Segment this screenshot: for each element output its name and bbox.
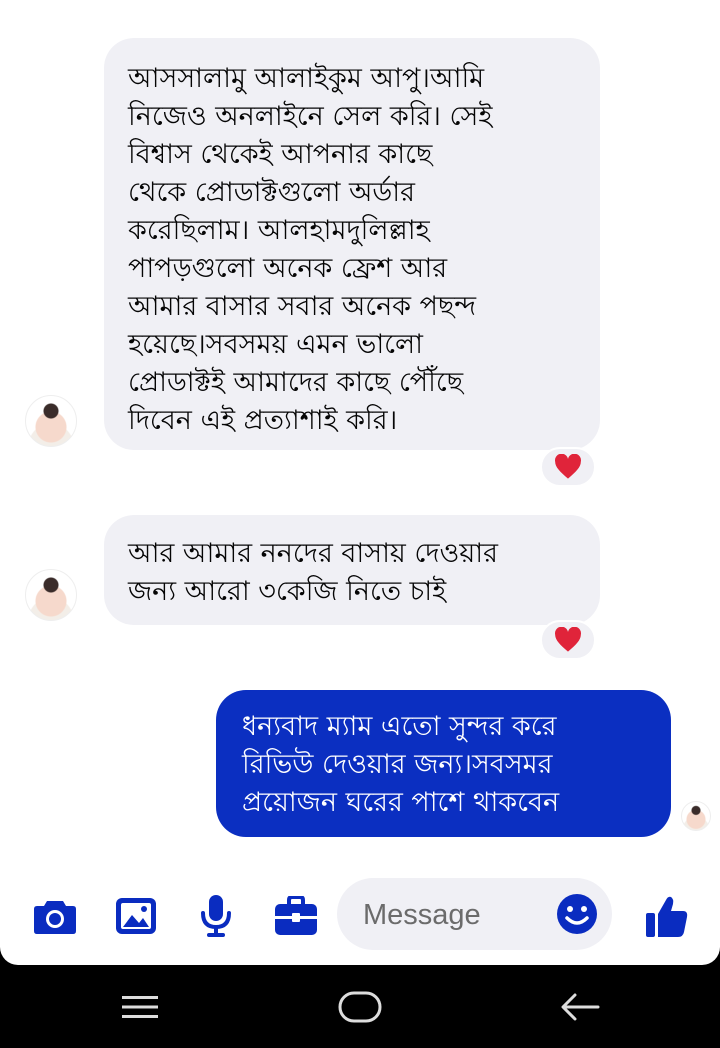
incoming-message[interactable]: আসসালামু আলাইকুম আপু।আমি নিজেও অনলাইনে স… (104, 38, 600, 450)
message-line: হয়েছে।সবসময় এমন ভালো (128, 329, 423, 360)
message-line: আর আমার ননদের বাসায় দেওয়ার (128, 538, 498, 569)
camera-button[interactable] (33, 894, 77, 938)
briefcase-icon (275, 896, 317, 935)
emoji-icon[interactable] (556, 893, 598, 935)
recent-apps-button[interactable] (110, 985, 170, 1029)
message-line: জন্য আরো ৩কেজি নিতে চাই (128, 576, 447, 607)
like-button[interactable] (645, 894, 689, 938)
message-line: প্রোডাক্টই আমাদের কাছে পৌঁছে (128, 367, 464, 398)
microphone-icon (201, 895, 231, 937)
message-line: পাপড়গুলো অনেক ফ্রেশ আর (128, 253, 448, 284)
image-icon (116, 898, 156, 934)
back-icon (561, 993, 600, 1021)
system-navigation-bar (0, 965, 720, 1048)
message-line: নিজেও অনলাইনে সেল করি। সেই (128, 101, 493, 132)
contact-avatar[interactable] (25, 395, 77, 447)
message-line: বিশ্বাস থেকেই আপনার কাছে (128, 139, 433, 170)
heart-icon (555, 454, 581, 479)
menu-icon (122, 996, 158, 1018)
incoming-message[interactable]: আর আমার ননদের বাসায় দেওয়ার জন্য আরো ৩ক… (104, 515, 600, 625)
heart-icon (555, 627, 581, 652)
message-input-container[interactable] (337, 878, 612, 950)
message-input[interactable] (361, 892, 545, 938)
heart-reaction[interactable] (540, 447, 596, 487)
chat-screen: আসসালামু আলাইকুম আপু।আমি নিজেও অনলাইনে স… (0, 0, 720, 965)
message-line: ধন্যবাদ ম্যাম এতো সুন্দর করে (242, 711, 557, 742)
message-line: রিভিউ দেওয়ার জন্য।সবসমর (242, 749, 553, 780)
thumbs-up-icon (646, 896, 688, 937)
outgoing-message[interactable]: ধন্যবাদ ম্যাম এতো সুন্দর করে রিভিউ দেওয়… (216, 690, 671, 837)
camera-icon (34, 901, 76, 934)
message-line: আসসালামু আলাইকুম আপু।আমি (128, 63, 485, 94)
home-icon (338, 991, 382, 1023)
composer-toolbar (0, 872, 720, 954)
gallery-button[interactable] (114, 894, 158, 938)
voice-button[interactable] (194, 894, 238, 938)
message-line: করেছিলাম। আলহামদুলিল্লাহ (128, 215, 430, 246)
message-line: প্রয়োজন ঘরের পাশে থাকবেন (242, 787, 560, 818)
message-line: আমার বাসার সবার অনেক পছন্দ (128, 291, 477, 322)
seen-receipt-avatar (681, 801, 711, 831)
back-button[interactable] (550, 985, 610, 1029)
contact-avatar[interactable] (25, 569, 77, 621)
tools-button[interactable] (274, 894, 318, 938)
home-button[interactable] (330, 985, 390, 1029)
message-line: থেকে প্রোডাক্টগুলো অর্ডার (128, 177, 415, 208)
message-line: দিবেন এই প্রত্যাশাই করি। (128, 405, 398, 436)
heart-reaction[interactable] (540, 620, 596, 660)
